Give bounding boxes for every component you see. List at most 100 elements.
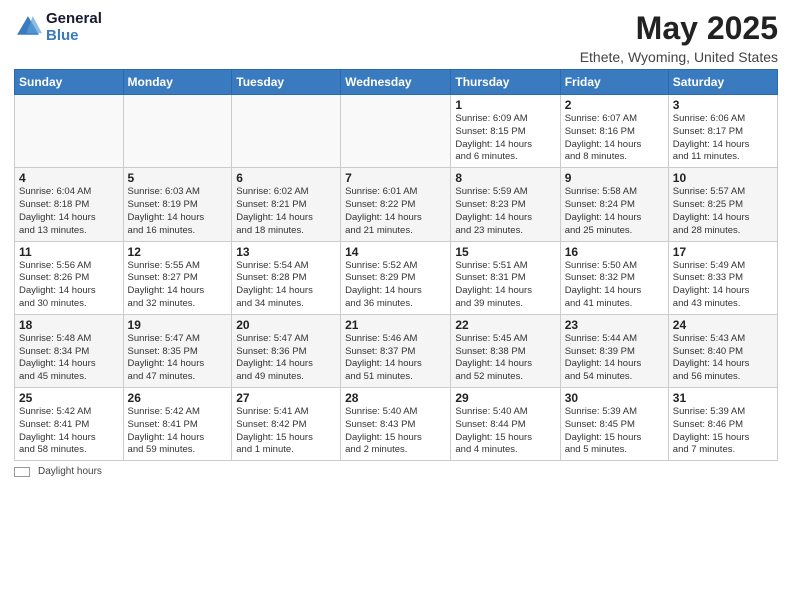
day-number-9: 9 — [565, 171, 664, 185]
calendar-cell-0-6: 3Sunrise: 6:06 AM Sunset: 8:17 PM Daylig… — [668, 95, 777, 168]
day-info-12: Sunrise: 5:55 AM Sunset: 8:27 PM Dayligh… — [128, 260, 228, 311]
calendar-cell-4-6: 31Sunrise: 5:39 AM Sunset: 8:46 PM Dayli… — [668, 388, 777, 461]
calendar-cell-1-5: 9Sunrise: 5:58 AM Sunset: 8:24 PM Daylig… — [560, 168, 668, 241]
week-row-0: 1Sunrise: 6:09 AM Sunset: 8:15 PM Daylig… — [15, 95, 778, 168]
main-container: General Blue May 2025 Ethete, Wyoming, U… — [0, 0, 792, 483]
day-info-9: Sunrise: 5:58 AM Sunset: 8:24 PM Dayligh… — [565, 186, 664, 237]
day-number-26: 26 — [128, 391, 228, 405]
day-info-5: Sunrise: 6:03 AM Sunset: 8:19 PM Dayligh… — [128, 186, 228, 237]
calendar-cell-2-1: 12Sunrise: 5:55 AM Sunset: 8:27 PM Dayli… — [123, 241, 232, 314]
day-info-31: Sunrise: 5:39 AM Sunset: 8:46 PM Dayligh… — [673, 406, 773, 457]
calendar-cell-1-2: 6Sunrise: 6:02 AM Sunset: 8:21 PM Daylig… — [232, 168, 341, 241]
logo-icon — [14, 13, 42, 41]
location-title: Ethete, Wyoming, United States — [580, 49, 778, 65]
calendar-cell-4-5: 30Sunrise: 5:39 AM Sunset: 8:45 PM Dayli… — [560, 388, 668, 461]
day-number-31: 31 — [673, 391, 773, 405]
calendar-cell-1-4: 8Sunrise: 5:59 AM Sunset: 8:23 PM Daylig… — [451, 168, 560, 241]
day-number-7: 7 — [345, 171, 446, 185]
day-info-16: Sunrise: 5:50 AM Sunset: 8:32 PM Dayligh… — [565, 260, 664, 311]
header-row: General Blue May 2025 Ethete, Wyoming, U… — [14, 10, 778, 65]
day-number-1: 1 — [455, 98, 555, 112]
day-number-2: 2 — [565, 98, 664, 112]
day-number-5: 5 — [128, 171, 228, 185]
calendar-cell-0-2 — [232, 95, 341, 168]
calendar-cell-4-3: 28Sunrise: 5:40 AM Sunset: 8:43 PM Dayli… — [341, 388, 451, 461]
calendar-cell-0-0 — [15, 95, 124, 168]
day-info-11: Sunrise: 5:56 AM Sunset: 8:26 PM Dayligh… — [19, 260, 119, 311]
day-number-11: 11 — [19, 245, 119, 259]
logo-text: General Blue — [46, 10, 102, 44]
day-number-14: 14 — [345, 245, 446, 259]
day-info-26: Sunrise: 5:42 AM Sunset: 8:41 PM Dayligh… — [128, 406, 228, 457]
day-number-13: 13 — [236, 245, 336, 259]
day-info-23: Sunrise: 5:44 AM Sunset: 8:39 PM Dayligh… — [565, 333, 664, 384]
week-row-2: 11Sunrise: 5:56 AM Sunset: 8:26 PM Dayli… — [15, 241, 778, 314]
calendar-cell-3-1: 19Sunrise: 5:47 AM Sunset: 8:35 PM Dayli… — [123, 314, 232, 387]
day-number-24: 24 — [673, 318, 773, 332]
calendar-cell-4-0: 25Sunrise: 5:42 AM Sunset: 8:41 PM Dayli… — [15, 388, 124, 461]
day-number-21: 21 — [345, 318, 446, 332]
day-info-15: Sunrise: 5:51 AM Sunset: 8:31 PM Dayligh… — [455, 260, 555, 311]
header-thursday: Thursday — [451, 70, 560, 95]
calendar-cell-2-0: 11Sunrise: 5:56 AM Sunset: 8:26 PM Dayli… — [15, 241, 124, 314]
calendar-cell-2-2: 13Sunrise: 5:54 AM Sunset: 8:28 PM Dayli… — [232, 241, 341, 314]
header-friday: Friday — [560, 70, 668, 95]
calendar-cell-3-2: 20Sunrise: 5:47 AM Sunset: 8:36 PM Dayli… — [232, 314, 341, 387]
calendar-cell-2-5: 16Sunrise: 5:50 AM Sunset: 8:32 PM Dayli… — [560, 241, 668, 314]
calendar-cell-1-1: 5Sunrise: 6:03 AM Sunset: 8:19 PM Daylig… — [123, 168, 232, 241]
week-row-1: 4Sunrise: 6:04 AM Sunset: 8:18 PM Daylig… — [15, 168, 778, 241]
header-wednesday: Wednesday — [341, 70, 451, 95]
day-info-25: Sunrise: 5:42 AM Sunset: 8:41 PM Dayligh… — [19, 406, 119, 457]
day-number-12: 12 — [128, 245, 228, 259]
day-number-15: 15 — [455, 245, 555, 259]
header-sunday: Sunday — [15, 70, 124, 95]
calendar-cell-0-3 — [341, 95, 451, 168]
calendar-cell-3-3: 21Sunrise: 5:46 AM Sunset: 8:37 PM Dayli… — [341, 314, 451, 387]
calendar-cell-1-6: 10Sunrise: 5:57 AM Sunset: 8:25 PM Dayli… — [668, 168, 777, 241]
day-info-17: Sunrise: 5:49 AM Sunset: 8:33 PM Dayligh… — [673, 260, 773, 311]
day-info-3: Sunrise: 6:06 AM Sunset: 8:17 PM Dayligh… — [673, 113, 773, 164]
month-title: May 2025 — [580, 10, 778, 47]
day-info-14: Sunrise: 5:52 AM Sunset: 8:29 PM Dayligh… — [345, 260, 446, 311]
day-number-10: 10 — [673, 171, 773, 185]
day-info-27: Sunrise: 5:41 AM Sunset: 8:42 PM Dayligh… — [236, 406, 336, 457]
day-info-29: Sunrise: 5:40 AM Sunset: 8:44 PM Dayligh… — [455, 406, 555, 457]
calendar-cell-1-0: 4Sunrise: 6:04 AM Sunset: 8:18 PM Daylig… — [15, 168, 124, 241]
day-info-30: Sunrise: 5:39 AM Sunset: 8:45 PM Dayligh… — [565, 406, 664, 457]
day-info-8: Sunrise: 5:59 AM Sunset: 8:23 PM Dayligh… — [455, 186, 555, 237]
footer-label: Daylight hours — [38, 466, 102, 477]
calendar-cell-3-5: 23Sunrise: 5:44 AM Sunset: 8:39 PM Dayli… — [560, 314, 668, 387]
calendar-cell-3-6: 24Sunrise: 5:43 AM Sunset: 8:40 PM Dayli… — [668, 314, 777, 387]
day-number-22: 22 — [455, 318, 555, 332]
day-info-7: Sunrise: 6:01 AM Sunset: 8:22 PM Dayligh… — [345, 186, 446, 237]
calendar-cell-4-2: 27Sunrise: 5:41 AM Sunset: 8:42 PM Dayli… — [232, 388, 341, 461]
day-number-6: 6 — [236, 171, 336, 185]
day-info-4: Sunrise: 6:04 AM Sunset: 8:18 PM Dayligh… — [19, 186, 119, 237]
header-tuesday: Tuesday — [232, 70, 341, 95]
day-number-8: 8 — [455, 171, 555, 185]
day-info-2: Sunrise: 6:07 AM Sunset: 8:16 PM Dayligh… — [565, 113, 664, 164]
day-number-17: 17 — [673, 245, 773, 259]
calendar-cell-0-5: 2Sunrise: 6:07 AM Sunset: 8:16 PM Daylig… — [560, 95, 668, 168]
calendar-cell-4-1: 26Sunrise: 5:42 AM Sunset: 8:41 PM Dayli… — [123, 388, 232, 461]
day-number-30: 30 — [565, 391, 664, 405]
day-number-18: 18 — [19, 318, 119, 332]
week-row-4: 25Sunrise: 5:42 AM Sunset: 8:41 PM Dayli… — [15, 388, 778, 461]
title-block: May 2025 Ethete, Wyoming, United States — [580, 10, 778, 65]
day-number-25: 25 — [19, 391, 119, 405]
calendar-cell-3-4: 22Sunrise: 5:45 AM Sunset: 8:38 PM Dayli… — [451, 314, 560, 387]
day-number-23: 23 — [565, 318, 664, 332]
day-number-20: 20 — [236, 318, 336, 332]
day-info-18: Sunrise: 5:48 AM Sunset: 8:34 PM Dayligh… — [19, 333, 119, 384]
day-info-6: Sunrise: 6:02 AM Sunset: 8:21 PM Dayligh… — [236, 186, 336, 237]
header-monday: Monday — [123, 70, 232, 95]
calendar-cell-2-3: 14Sunrise: 5:52 AM Sunset: 8:29 PM Dayli… — [341, 241, 451, 314]
day-number-29: 29 — [455, 391, 555, 405]
day-number-4: 4 — [19, 171, 119, 185]
week-row-3: 18Sunrise: 5:48 AM Sunset: 8:34 PM Dayli… — [15, 314, 778, 387]
day-info-24: Sunrise: 5:43 AM Sunset: 8:40 PM Dayligh… — [673, 333, 773, 384]
calendar-cell-2-4: 15Sunrise: 5:51 AM Sunset: 8:31 PM Dayli… — [451, 241, 560, 314]
calendar-cell-3-0: 18Sunrise: 5:48 AM Sunset: 8:34 PM Dayli… — [15, 314, 124, 387]
day-number-3: 3 — [673, 98, 773, 112]
day-number-27: 27 — [236, 391, 336, 405]
